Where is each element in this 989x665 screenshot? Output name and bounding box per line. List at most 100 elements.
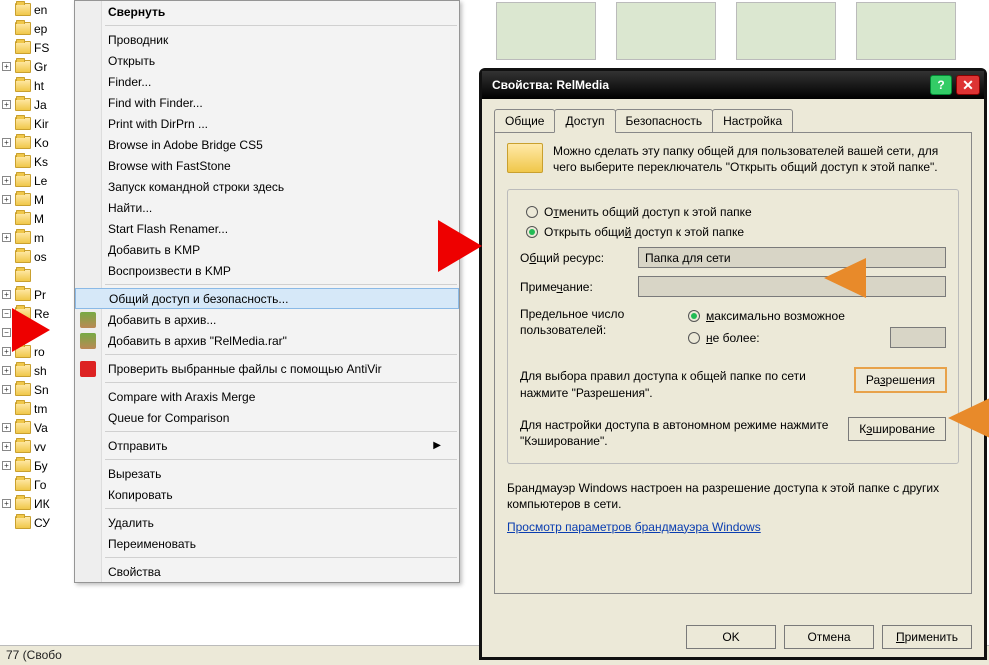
tree-expand-icon[interactable]: + (2, 62, 11, 71)
radio-atmost-users[interactable]: не более: (688, 327, 946, 348)
tree-item[interactable]: +Ja (0, 95, 80, 114)
tree-expand-icon[interactable]: + (2, 366, 11, 375)
tree-item[interactable]: +m (0, 228, 80, 247)
cm-cmd-here[interactable]: Запуск командной строки здесь (75, 176, 459, 197)
tree-expand-icon[interactable]: + (2, 499, 11, 508)
cm-explorer[interactable]: Проводник (75, 29, 459, 50)
tree-item[interactable]: +Le (0, 171, 80, 190)
radio-no-share[interactable]: Отменить общий доступ к этой папке (526, 205, 946, 219)
cancel-button[interactable]: Отмена (784, 625, 874, 649)
cm-finder[interactable]: Finder... (75, 71, 459, 92)
radio-share[interactable]: Открыть общий доступ к этой папке (526, 225, 946, 239)
cm-find-with-finder[interactable]: Find with Finder... (75, 92, 459, 113)
tree-item[interactable]: +Ko (0, 133, 80, 152)
apply-button[interactable]: Применить (882, 625, 972, 649)
permissions-button[interactable]: Разрешения (855, 368, 946, 392)
tree-item[interactable]: +M (0, 190, 80, 209)
cm-start-flash[interactable]: Start Flash Renamer... (75, 218, 459, 239)
thumbnail[interactable] (496, 2, 596, 60)
cm-open[interactable]: Открыть (75, 50, 459, 71)
tree-item[interactable]: ht (0, 76, 80, 95)
tree-item[interactable]: en (0, 0, 80, 19)
tree-item[interactable]: +vv (0, 437, 80, 456)
tree-item[interactable]: + Бу (0, 456, 80, 475)
tree-expand-icon[interactable]: + (2, 461, 11, 470)
caching-button[interactable]: Кэширование (848, 417, 946, 441)
thumbnail[interactable] (856, 2, 956, 60)
cm-browse-faststone[interactable]: Browse with FastStone (75, 155, 459, 176)
cm-print-dirprn[interactable]: Print with DirPrn ... (75, 113, 459, 134)
tab-general[interactable]: Общие (494, 109, 555, 132)
tree-expand-icon[interactable]: + (2, 195, 11, 204)
tab-customize[interactable]: Настройка (712, 109, 793, 132)
cm-browse-bridge[interactable]: Browse in Adobe Bridge CS5 (75, 134, 459, 155)
tree-item[interactable]: +sh (0, 361, 80, 380)
tree-item[interactable]: +ИК (0, 494, 80, 513)
cm-sharing-security[interactable]: Общий доступ и безопасность... (75, 288, 459, 309)
cm-antivir[interactable]: Проверить выбранные файлы с помощью Anti… (75, 358, 459, 379)
cm-add-kmp[interactable]: Добавить в KMP (75, 239, 459, 260)
cm-rename[interactable]: Переименовать (75, 533, 459, 554)
tree-item[interactable]: Го (0, 475, 80, 494)
cm-add-archive-rar[interactable]: Добавить в архив "RelMedia.rar" (75, 330, 459, 351)
tree-expand-icon[interactable]: + (2, 100, 11, 109)
tree-expand-icon[interactable]: + (2, 233, 11, 242)
thumbnail[interactable] (616, 2, 716, 60)
tree-item[interactable]: FS (0, 38, 80, 57)
tree-item[interactable]: Kir (0, 114, 80, 133)
user-limit-spinner[interactable] (890, 327, 946, 348)
status-text: 77 (Свобо (6, 648, 62, 662)
cm-cut[interactable]: Вырезать (75, 463, 459, 484)
tree-expand-icon (2, 5, 11, 14)
cm-compare-araxis[interactable]: Compare with Araxis Merge (75, 386, 459, 407)
tree-item[interactable]: tm (0, 399, 80, 418)
tree-expand-icon[interactable]: + (2, 138, 11, 147)
cm-copy[interactable]: Копировать (75, 484, 459, 505)
tab-security[interactable]: Безопасность (615, 109, 714, 132)
cm-play-kmp[interactable]: Воспроизвести в KMP (75, 260, 459, 281)
dialog-titlebar[interactable]: Свойства: RelMedia ? ✕ (482, 71, 984, 99)
tree-label: ep (34, 22, 47, 36)
share-name-input[interactable] (638, 247, 946, 268)
cm-find[interactable]: Найти... (75, 197, 459, 218)
thumbnail[interactable] (736, 2, 836, 60)
tree-expand-icon[interactable]: + (2, 423, 11, 432)
share-folder-icon (507, 143, 543, 173)
cm-collapse[interactable]: Свернуть (75, 1, 459, 22)
radio-icon (688, 332, 700, 344)
radio-max-users[interactable]: максимально возможное (688, 309, 946, 323)
tree-item[interactable]: +Sn (0, 380, 80, 399)
tree-label: Kir (34, 117, 49, 131)
tree-expand-icon[interactable]: + (2, 176, 11, 185)
tree-label: Бу (34, 459, 48, 473)
cm-send-to[interactable]: Отправить▶ (75, 435, 459, 456)
cm-delete[interactable]: Удалить (75, 512, 459, 533)
close-button[interactable]: ✕ (956, 75, 980, 95)
cm-queue-compare[interactable]: Queue for Comparison (75, 407, 459, 428)
tree-expand-icon[interactable]: − (2, 328, 11, 337)
firewall-link[interactable]: Просмотр параметров брандмауэра Windows (507, 520, 761, 534)
tree-expand-icon[interactable]: + (2, 290, 11, 299)
tree-item[interactable] (0, 266, 80, 285)
ok-button[interactable]: OK (686, 625, 776, 649)
help-button[interactable]: ? (930, 75, 952, 95)
cm-properties[interactable]: Свойства (75, 561, 459, 582)
tree-expand-icon[interactable]: + (2, 442, 11, 451)
tree-label: en (34, 3, 47, 17)
tree-item[interactable]: ep (0, 19, 80, 38)
tree-item[interactable]: +Va (0, 418, 80, 437)
tree-item[interactable]: M (0, 209, 80, 228)
tree-label: Го (34, 478, 46, 492)
comment-input[interactable] (638, 276, 946, 297)
tree-item[interactable]: +Gr (0, 57, 80, 76)
tree-item[interactable]: +Pr (0, 285, 80, 304)
tab-sharing[interactable]: Доступ (554, 109, 615, 133)
tree-item[interactable]: os (0, 247, 80, 266)
properties-dialog: Свойства: RelMedia ? ✕ Общие Доступ Безо… (479, 68, 987, 660)
tree-item[interactable]: Ks (0, 152, 80, 171)
tree-expand-icon[interactable]: + (2, 385, 11, 394)
tree-expand-icon[interactable]: + (2, 347, 11, 356)
tree-expand-icon[interactable]: − (2, 309, 11, 318)
tree-item[interactable]: СУ (0, 513, 80, 532)
cm-add-archive[interactable]: Добавить в архив... (75, 309, 459, 330)
